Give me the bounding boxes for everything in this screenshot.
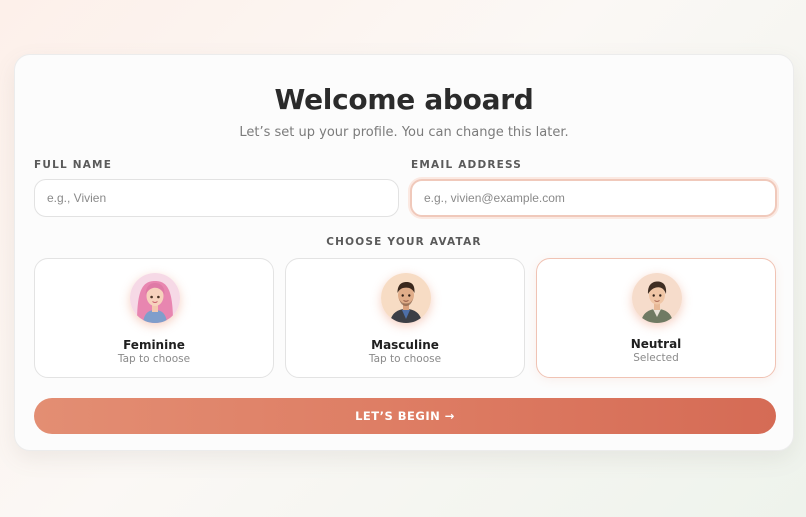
onboarding-card: Welcome aboard Let’s set up your profile… — [14, 54, 794, 451]
email-address-input[interactable] — [410, 179, 777, 217]
email-address-label: EMAIL ADDRESS — [411, 159, 523, 171]
choose-avatar-label: CHOOSE YOUR AVATAR — [326, 236, 482, 248]
neutral-avatar-icon — [632, 273, 682, 323]
avatar-option-masculine-status: Tap to choose — [368, 353, 442, 365]
avatar-option-feminine[interactable]: Feminine Tap to choose — [34, 258, 274, 378]
page-subtitle: Let’s set up your profile. You can chang… — [239, 125, 569, 140]
avatar-option-neutral[interactable]: Neutral Selected — [536, 258, 776, 378]
lets-begin-button[interactable]: LET’S BEGIN → — [34, 398, 776, 434]
page-title: Welcome aboard — [274, 83, 534, 116]
avatar-option-feminine-name: Feminine — [123, 338, 185, 352]
masculine-avatar-icon — [381, 273, 431, 323]
feminine-avatar-icon — [130, 273, 180, 323]
avatar-option-neutral-name: Neutral — [630, 337, 682, 351]
avatar-option-masculine[interactable]: Masculine Tap to choose — [285, 258, 525, 378]
avatar-option-feminine-status: Tap to choose — [117, 353, 191, 365]
avatar-option-neutral-status: Selected — [633, 352, 679, 364]
full-name-input[interactable] — [34, 179, 399, 217]
full-name-label: FULL NAME — [34, 159, 113, 171]
avatar-option-masculine-name: Masculine — [371, 338, 439, 352]
